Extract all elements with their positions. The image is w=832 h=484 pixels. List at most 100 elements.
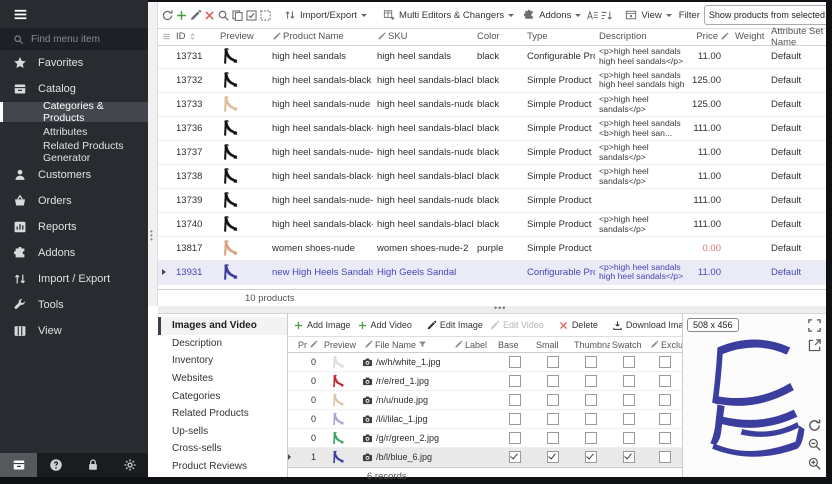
zoom-out-button[interactable]: [807, 437, 822, 452]
zoom-in-button[interactable]: [807, 456, 822, 471]
base-checkbox[interactable]: [496, 394, 534, 406]
addons-menu[interactable]: Addons: [519, 5, 585, 25]
tab-cross-sells[interactable]: Cross-sells: [158, 440, 287, 458]
column-header-description[interactable]: Description: [595, 31, 685, 42]
small-checkbox[interactable]: [534, 394, 572, 406]
image-row-b-l-blue-6-jpg[interactable]: 1/b/l/blue_6.jpg: [288, 448, 682, 467]
tab-product-reviews[interactable]: Product Reviews: [158, 458, 287, 476]
tab-inventory[interactable]: Inventory: [158, 352, 287, 370]
product-row-13817[interactable]: 13817women shoes-nudewomen shoes-nude-2p…: [158, 237, 826, 261]
product-row-13733[interactable]: 13733high heel sandals-nudehigh heel san…: [158, 93, 826, 117]
tab-description[interactable]: Description: [158, 335, 287, 353]
edit-product-button[interactable]: [189, 5, 202, 25]
image-row-r-e-red-1-jpg[interactable]: 0/r/e/red_1.jpg: [288, 372, 682, 391]
exclude-checkbox[interactable]: [648, 394, 682, 406]
product-row-13731[interactable]: 13731high heel sandalshigh heel sandalsb…: [158, 45, 826, 69]
footer-archive-button[interactable]: [0, 453, 37, 477]
column-header-product-name[interactable]: Product Name: [268, 31, 373, 42]
swatch-checkbox[interactable]: [610, 375, 648, 387]
filter-select[interactable]: Show products from selected categories: [704, 5, 826, 25]
column-header-price[interactable]: Price: [685, 31, 731, 42]
marker-column-header[interactable]: [158, 32, 172, 41]
exclude-checkbox[interactable]: [648, 451, 682, 463]
sidebar-item-customers[interactable]: Customers: [0, 162, 148, 188]
open-external-button[interactable]: [807, 338, 822, 353]
swatch-checkbox[interactable]: [610, 451, 648, 463]
hamburger-button[interactable]: [0, 0, 148, 28]
sidebar-item-categories-products[interactable]: Categories & Products: [0, 102, 148, 122]
product-row-13737[interactable]: 13737high heel sandals-nude-36high heel …: [158, 141, 826, 165]
product-row-13739[interactable]: 13739high heel sandals-nude-37high heel …: [158, 189, 826, 213]
swatch-checkbox[interactable]: [610, 432, 648, 444]
footer-help-button[interactable]: [37, 453, 74, 477]
view-menu[interactable]: View: [621, 5, 675, 25]
base-checkbox[interactable]: [496, 413, 534, 425]
column-header-position[interactable]: Pr: [296, 340, 322, 350]
tab-images-and-video[interactable]: Images and Video: [158, 317, 287, 335]
tab-websites[interactable]: Websites: [158, 370, 287, 388]
footer-gear-button[interactable]: [111, 453, 148, 477]
sidebar-item-orders[interactable]: Orders: [0, 188, 148, 214]
swatch-checkbox[interactable]: [610, 413, 648, 425]
delete-product-button[interactable]: [203, 5, 216, 25]
sidebar-item-tools[interactable]: Tools: [0, 292, 148, 318]
sidebar-search[interactable]: Find menu item: [0, 28, 148, 50]
row-expander[interactable]: [288, 452, 296, 462]
row-expander[interactable]: [158, 267, 172, 278]
column-header-small[interactable]: Small: [534, 340, 572, 350]
swatch-checkbox[interactable]: [610, 356, 648, 368]
exclude-checkbox[interactable]: [648, 375, 682, 387]
column-header-thumbna[interactable]: Thumbna: [572, 340, 610, 350]
edit-image-button[interactable]: Edit Image: [424, 320, 485, 331]
import-export-menu[interactable]: Import/Export: [280, 5, 371, 25]
small-checkbox[interactable]: [534, 356, 572, 368]
add-image-button[interactable]: Add Image: [291, 320, 353, 331]
footer-lock-button[interactable]: [74, 453, 111, 477]
sort-button[interactable]: [600, 5, 613, 25]
sidebar-item-addons[interactable]: Addons: [0, 240, 148, 266]
sidebar-item-reports[interactable]: Reports: [0, 214, 148, 240]
product-row-13931[interactable]: 13931new High Heels SandalsHigh Geels Sa…: [158, 261, 826, 285]
sidebar-item-favorites[interactable]: Favorites: [0, 50, 148, 76]
vertical-splitter[interactable]: •••: [148, 2, 158, 306]
base-checkbox[interactable]: [496, 451, 534, 463]
delete-button[interactable]: Delete: [556, 320, 600, 331]
sidebar-item-catalog[interactable]: Catalog: [0, 76, 148, 102]
download-image-button[interactable]: Download Image: [610, 320, 682, 331]
refresh-button[interactable]: [161, 5, 174, 25]
base-checkbox[interactable]: [496, 432, 534, 444]
search-button[interactable]: [217, 5, 230, 25]
tab-up-sells[interactable]: Up-sells: [158, 423, 287, 441]
product-row-13732[interactable]: 13732high heel sandals-blackhigh heel sa…: [158, 69, 826, 93]
column-header-file-name[interactable]: File Name: [362, 340, 452, 350]
column-header-swatch[interactable]: Swatch: [610, 340, 648, 350]
sidebar-item-attributes[interactable]: Attributes: [0, 122, 148, 142]
add-video-button[interactable]: Add Video: [355, 320, 414, 331]
select-checkbox-button[interactable]: [245, 5, 258, 25]
small-checkbox[interactable]: [534, 413, 572, 425]
column-header-preview[interactable]: Preview: [216, 31, 268, 42]
sidebar-item-related-products-generator[interactable]: Related Products Generator: [0, 142, 148, 162]
fullscreen-button[interactable]: [807, 318, 822, 333]
horizontal-splitter[interactable]: •••: [158, 306, 826, 314]
small-checkbox[interactable]: [534, 451, 572, 463]
column-header-base[interactable]: Base: [496, 340, 534, 350]
rotate-button[interactable]: [807, 418, 822, 433]
product-row-13736[interactable]: 13736high heel sandals-black-36high heel…: [158, 117, 826, 141]
exclude-checkbox[interactable]: [648, 432, 682, 444]
tab-related-products[interactable]: Related Products: [158, 405, 287, 423]
thumbnail-checkbox[interactable]: [572, 394, 610, 406]
product-row-13738[interactable]: 13738high heel sandals-black-37high heel…: [158, 165, 826, 189]
image-row-n-u-nude-jpg[interactable]: 0/n/u/nude.jpg: [288, 391, 682, 410]
thumbnail-checkbox[interactable]: [572, 432, 610, 444]
product-row-13740[interactable]: 13740high heel sandals-black-38high heel…: [158, 213, 826, 237]
thumbnail-checkbox[interactable]: [572, 375, 610, 387]
multi-editors-menu[interactable]: Multi Editors & Changers: [379, 5, 518, 25]
column-header-preview[interactable]: Preview: [322, 340, 362, 350]
sidebar-item-import-export[interactable]: Import / Export: [0, 266, 148, 292]
thumbnail-checkbox[interactable]: [572, 413, 610, 425]
copy-button[interactable]: [231, 5, 244, 25]
small-checkbox[interactable]: [534, 432, 572, 444]
thumbnail-checkbox[interactable]: [572, 356, 610, 368]
column-header-label[interactable]: Label: [452, 340, 496, 350]
